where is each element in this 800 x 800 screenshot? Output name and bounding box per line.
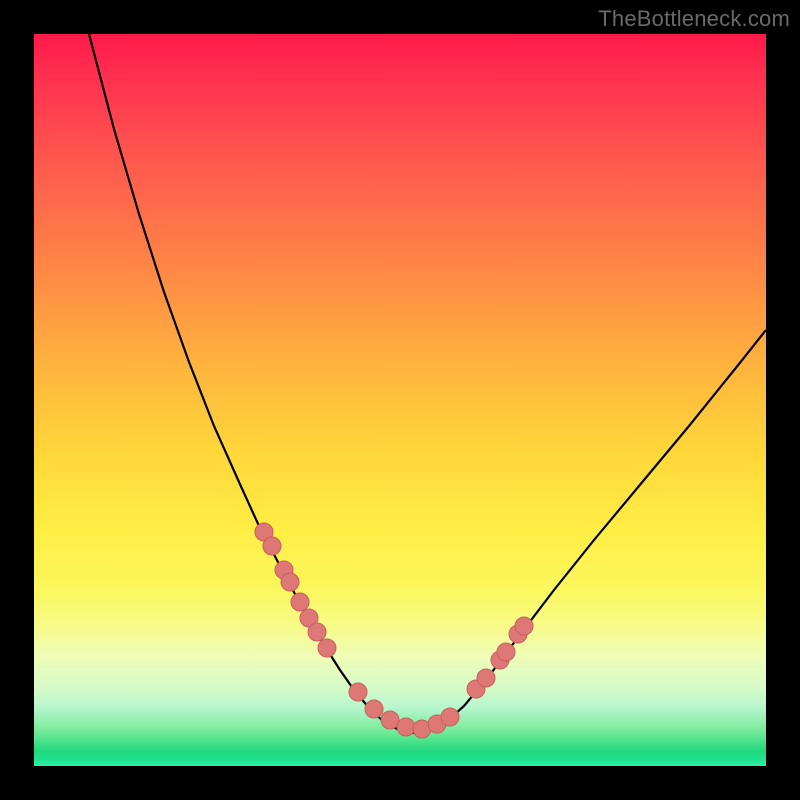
marker-dot xyxy=(291,593,309,611)
marker-dot xyxy=(497,643,515,661)
marker-dot xyxy=(349,683,367,701)
marker-dot xyxy=(515,617,533,635)
marker-dot xyxy=(397,718,415,736)
marker-dot xyxy=(441,708,459,726)
marker-dot xyxy=(477,669,495,687)
plot-area xyxy=(34,34,766,766)
marker-dot xyxy=(365,700,383,718)
highlight-markers xyxy=(255,523,533,738)
outer-frame: TheBottleneck.com xyxy=(0,0,800,800)
watermark-text: TheBottleneck.com xyxy=(598,6,790,32)
curve-layer xyxy=(34,34,766,766)
marker-dot xyxy=(381,711,399,729)
marker-dot xyxy=(318,639,336,657)
bottleneck-curve xyxy=(89,34,766,733)
marker-dot xyxy=(308,623,326,641)
marker-dot xyxy=(281,573,299,591)
marker-dot xyxy=(263,537,281,555)
